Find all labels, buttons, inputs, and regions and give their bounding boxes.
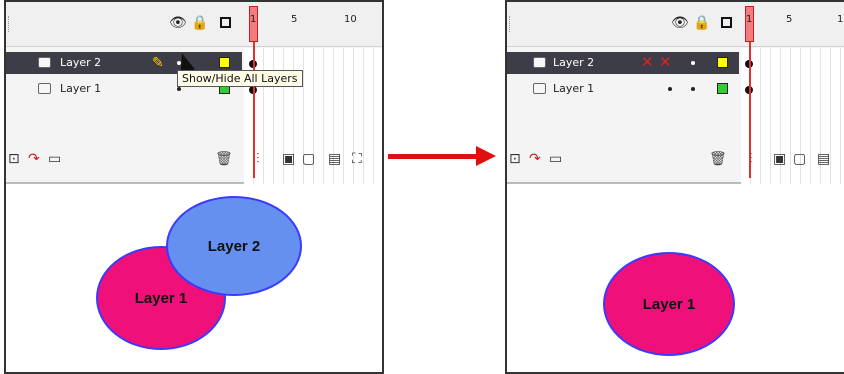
edit-multiple-icon[interactable]: ▤ [328, 151, 341, 167]
trash-icon[interactable]: 🗑 [215, 151, 233, 167]
frame-number-5: 5 [291, 14, 298, 25]
new-folder-icon[interactable]: ▭ [48, 151, 61, 167]
frame-number-1: 1 [250, 14, 257, 25]
frame-number-10: 10 [837, 14, 844, 25]
center-frame-icon[interactable]: ⫶ [749, 151, 753, 167]
timeline-header: 👁 🔒 1 5 10 [507, 2, 844, 47]
layer-name: Layer 2 [60, 56, 102, 69]
onion-markers-icon[interactable]: ⛶ [352, 151, 362, 167]
after-panel: 👁 🔒 1 5 10 Layer 2 ✕ ✕ Layer 1 [505, 0, 844, 374]
layer-icon [38, 57, 51, 68]
stage-after[interactable]: Layer 1 [507, 184, 844, 372]
outline-icon[interactable] [220, 17, 231, 28]
arrow-head-icon [476, 146, 496, 166]
lock-icon[interactable]: 🔒 [693, 15, 710, 31]
onion-skin-icon[interactable]: ▣ [282, 151, 295, 167]
outline-color-swatch[interactable] [219, 57, 230, 68]
panel-grip[interactable] [509, 16, 512, 32]
ellipse-layer-2[interactable]: Layer 2 [166, 196, 302, 296]
timeline-header: 👁 🔒 1 5 10 [6, 2, 382, 47]
timeline-bottom-bar: ⊡ ↷ ▭ 🗑 ⫶ ▣ ▢ ▤ ⛶ [6, 148, 382, 172]
new-layer-icon[interactable]: ⊡ [8, 151, 20, 167]
layer-row-2[interactable]: Layer 2 ✕ ✕ [507, 52, 739, 74]
before-panel: 👁 🔒 1 5 10 Layer 2 ✎ Layer 1 Show/Hide A… [4, 0, 384, 374]
eye-icon[interactable]: 👁 [671, 15, 689, 31]
frame-number-10: 10 [344, 14, 357, 25]
layer-icon [533, 57, 546, 68]
trash-icon[interactable]: 🗑 [709, 151, 727, 167]
tooltip: Show/Hide All Layers [177, 70, 303, 87]
hidden-x-icon[interactable]: ✕ [659, 51, 672, 73]
layer-icon [38, 83, 51, 94]
outline-color-swatch[interactable] [717, 57, 728, 68]
onion-outline-icon[interactable]: ▢ [302, 151, 315, 167]
visibility-dot[interactable] [177, 87, 181, 91]
center-frame-icon[interactable]: ⫶ [256, 151, 260, 167]
edit-multiple-icon[interactable]: ▤ [817, 151, 830, 167]
layer-name: Layer 1 [553, 82, 595, 95]
onion-outline-icon[interactable]: ▢ [793, 151, 806, 167]
transition-arrow [388, 154, 478, 159]
layer-icon [533, 83, 546, 94]
lock-icon[interactable]: 🔒 [191, 15, 208, 31]
motion-guide-icon[interactable]: ↷ [529, 151, 541, 167]
layer-row-1[interactable]: Layer 1 [507, 78, 739, 100]
frame-number-1: 1 [746, 14, 753, 25]
panel-grip[interactable] [8, 16, 11, 32]
timeline-bottom-bar: ⊡ ↷ ▭ 🗑 ⫶ ▣ ▢ ▤ [507, 148, 844, 172]
outline-color-swatch[interactable] [717, 83, 728, 94]
new-folder-icon[interactable]: ▭ [549, 151, 562, 167]
new-layer-icon[interactable]: ⊡ [509, 151, 521, 167]
onion-skin-icon[interactable]: ▣ [773, 151, 786, 167]
layer-name: Layer 2 [553, 56, 595, 69]
outline-icon[interactable] [721, 17, 732, 28]
eye-icon[interactable]: 👁 [169, 15, 187, 31]
timeline-panel: 👁 🔒 1 5 10 Layer 2 ✕ ✕ Layer 1 [507, 2, 844, 188]
timeline-panel: 👁 🔒 1 5 10 Layer 2 ✎ Layer 1 Show/Hide A… [6, 2, 382, 188]
visibility-dot[interactable] [691, 61, 695, 65]
frame-number-5: 5 [786, 14, 793, 25]
hidden-x-icon: ✕ [641, 53, 654, 71]
pencil-icon: ✎ [152, 55, 164, 71]
ellipse-layer-1[interactable]: Layer 1 [603, 252, 735, 356]
stage-before[interactable]: Layer 1 Layer 2 [6, 184, 382, 372]
layer-name: Layer 1 [60, 82, 102, 95]
lock-dot[interactable] [691, 87, 695, 91]
motion-guide-icon[interactable]: ↷ [28, 151, 40, 167]
visibility-dot[interactable] [668, 87, 672, 91]
